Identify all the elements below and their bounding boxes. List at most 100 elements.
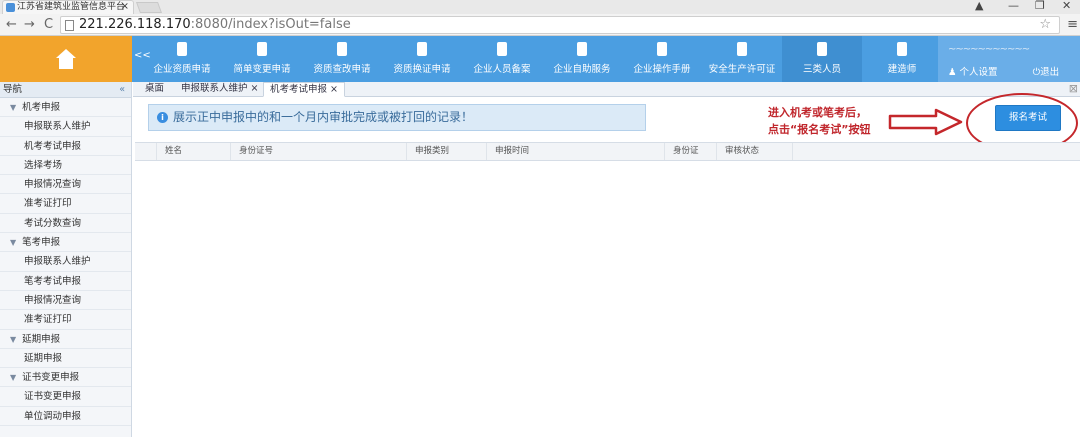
sidebar-group-machine-exam[interactable]: ▼ 机考申报 (0, 98, 131, 118)
page-icon (65, 20, 74, 31)
sidebar-item[interactable]: 考试分数查询 (0, 214, 131, 234)
sidebar: 导航 « ▼ 机考申报 申报联系人维护 机考考试申报 选择考场 申报情况查询 准考… (0, 82, 132, 437)
worker-icon (414, 40, 430, 58)
address-toolbar: ← → C 221.226.118.170:8080/index?isOut=f… (0, 14, 1080, 36)
nav-three-types-personnel[interactable]: 三类人员 (782, 36, 862, 82)
notice-text: 展示正中申报中的和一个月内审批完成或被打回的记录！ (173, 110, 474, 124)
back-icon[interactable]: ← (6, 17, 17, 33)
sidebar-group-extension[interactable]: ▼ 延期申报 (0, 330, 131, 349)
app-header: << 企业资质申请 简单变更申请 资质查改申请 资质换证申请 企业人员备案 企业… (0, 36, 1080, 82)
sidebar-collapse-icon[interactable]: « (119, 82, 125, 97)
personal-settings-label: 个人设置 (959, 67, 998, 78)
nav-label: 资质查改申请 (313, 64, 371, 75)
annotation-line-2: 点击“报名考试”按钮 (768, 123, 871, 136)
nav-label: 建造师 (887, 64, 917, 75)
sidebar-item[interactable]: 申报情况查询 (0, 175, 131, 195)
nav-label: 企业操作手册 (633, 64, 691, 75)
badge-icon (494, 40, 510, 58)
nav-safety-license[interactable]: 安全生产许可证 (702, 36, 782, 82)
sidebar-title: 导航 (3, 84, 23, 95)
column-header-apply-category[interactable]: 申报类别 (407, 143, 487, 160)
nav-qualification-renewal[interactable]: 资质换证申请 (382, 36, 462, 82)
window-close-icon[interactable]: ✕ (1062, 0, 1071, 12)
sidebar-group-cert-change[interactable]: ▼ 证书变更申报 (0, 368, 131, 388)
group-icon (574, 40, 590, 58)
nav-label: 企业资质申请 (153, 64, 211, 75)
info-icon: i (157, 112, 168, 123)
crane-icon (174, 40, 190, 58)
sidebar-group-written-exam[interactable]: ▼ 笔考申报 (0, 233, 131, 253)
sidebar-group-label: 延期申报 (22, 333, 61, 345)
forward-icon[interactable]: → (24, 17, 35, 33)
tab-contact-maintenance[interactable]: 申报联系人维护 × (175, 82, 264, 97)
sidebar-item[interactable]: 申报情况查询 (0, 291, 131, 311)
annotation-text: 进入机考或笔考后， 点击“报名考试”按钮 (768, 104, 870, 138)
reload-icon[interactable]: C (44, 17, 53, 33)
logout-label: 退出 (1040, 67, 1060, 78)
content-tabs: 桌面 申报联系人维护 × 机考考试申报 × ⊠ (133, 82, 1080, 97)
browser-tab-close-icon[interactable]: × (121, 1, 129, 13)
sidebar-item[interactable]: 延期申报 (0, 349, 131, 369)
column-header-name[interactable]: 姓名 (157, 143, 231, 160)
bookmark-star-icon[interactable]: ☆ (1039, 17, 1051, 33)
book-icon (894, 40, 910, 58)
expand-arrow-icon: ▼ (10, 373, 17, 383)
expand-arrow-icon: ▼ (10, 238, 17, 248)
nav-enterprise-qualification[interactable]: 企业资质申请 (142, 36, 222, 82)
top-nav: 企业资质申请 简单变更申请 资质查改申请 资质换证申请 企业人员备案 企业自助服… (142, 36, 942, 82)
column-header-review-status[interactable]: 审核状态 (717, 143, 793, 160)
home-button[interactable] (0, 36, 132, 82)
new-tab-button[interactable] (135, 2, 163, 13)
column-header-id-card[interactable]: 身份证 (665, 143, 717, 160)
shield-icon (254, 40, 270, 58)
table-body (135, 161, 1080, 437)
handshake-icon (654, 40, 670, 58)
url-host: 221.226.118.170 (79, 17, 191, 32)
sidebar-item[interactable]: 申报联系人维护 (0, 117, 131, 137)
nav-label: 三类人员 (802, 64, 841, 75)
home-icon (55, 49, 77, 69)
nav-label: 安全生产许可证 (708, 64, 776, 75)
annotation-arrow-icon (888, 108, 963, 136)
browser-menu-icon[interactable]: ≡ (1067, 17, 1078, 32)
nav-personnel-filing[interactable]: 企业人员备案 (462, 36, 542, 82)
personal-settings-link[interactable]: ♟ 个人设置 (948, 67, 1014, 78)
nav-self-service[interactable]: 企业自助服务 (542, 36, 622, 82)
sidebar-item[interactable]: 选择考场 (0, 156, 131, 176)
profile-icon[interactable]: ▲ (975, 0, 983, 12)
column-header-id-number[interactable]: 身份证号 (231, 143, 407, 160)
sidebar-item[interactable]: 机考考试申报 (0, 137, 131, 156)
browser-tab[interactable]: 江苏省建筑业监管信息平台 × (2, 0, 134, 14)
sidebar-header: 导航 « (0, 82, 131, 98)
info-notice: i 展示正中申报中的和一个月内审批完成或被打回的记录！ (148, 104, 646, 131)
browser-tab-title: 江苏省建筑业监管信息平台 (17, 2, 126, 12)
sidebar-group-label: 证书变更申报 (22, 372, 80, 384)
register-exam-button[interactable]: 报名考试 (995, 105, 1061, 131)
hammer-icon (334, 40, 350, 58)
nav-label: 简单变更申请 (233, 64, 291, 75)
logout-link[interactable]: ⏻退出 (1033, 67, 1076, 78)
minimize-icon[interactable]: — (1008, 0, 1019, 12)
column-header-apply-time[interactable]: 申报时间 (487, 143, 665, 160)
tab-machine-exam[interactable]: 机考考试申报 × (263, 82, 345, 97)
restore-icon[interactable]: ❐ (1035, 0, 1045, 12)
sidebar-item[interactable]: 证书变更申报 (0, 387, 131, 407)
sidebar-item[interactable]: 笔考考试申报 (0, 272, 131, 291)
sidebar-item[interactable]: 申报联系人维护 (0, 252, 131, 272)
nav-manual[interactable]: 企业操作手册 (622, 36, 702, 82)
expand-arrow-icon: ▼ (10, 334, 17, 344)
nav-constructor[interactable]: 建造师 (862, 36, 942, 82)
url-input[interactable]: 221.226.118.170:8080/index?isOut=false ☆ (60, 16, 1060, 34)
url-path: :8080/index?isOut=false (190, 17, 351, 32)
nav-qualification-review[interactable]: 资质查改申请 (302, 36, 382, 82)
sidebar-item[interactable]: 准考证打印 (0, 310, 131, 330)
nav-label: 企业自助服务 (553, 64, 611, 75)
tab-desktop[interactable]: 桌面 (139, 82, 170, 97)
sidebar-group-label: 机考申报 (22, 102, 61, 113)
sidebar-item[interactable]: 单位调动申报 (0, 407, 131, 427)
expand-arrow-icon: ▼ (10, 103, 17, 112)
nav-simple-change[interactable]: 简单变更申请 (222, 36, 302, 82)
row-number-column (135, 143, 157, 160)
close-all-tabs-icon[interactable]: ⊠ (1069, 82, 1078, 95)
sidebar-item[interactable]: 准考证打印 (0, 194, 131, 214)
